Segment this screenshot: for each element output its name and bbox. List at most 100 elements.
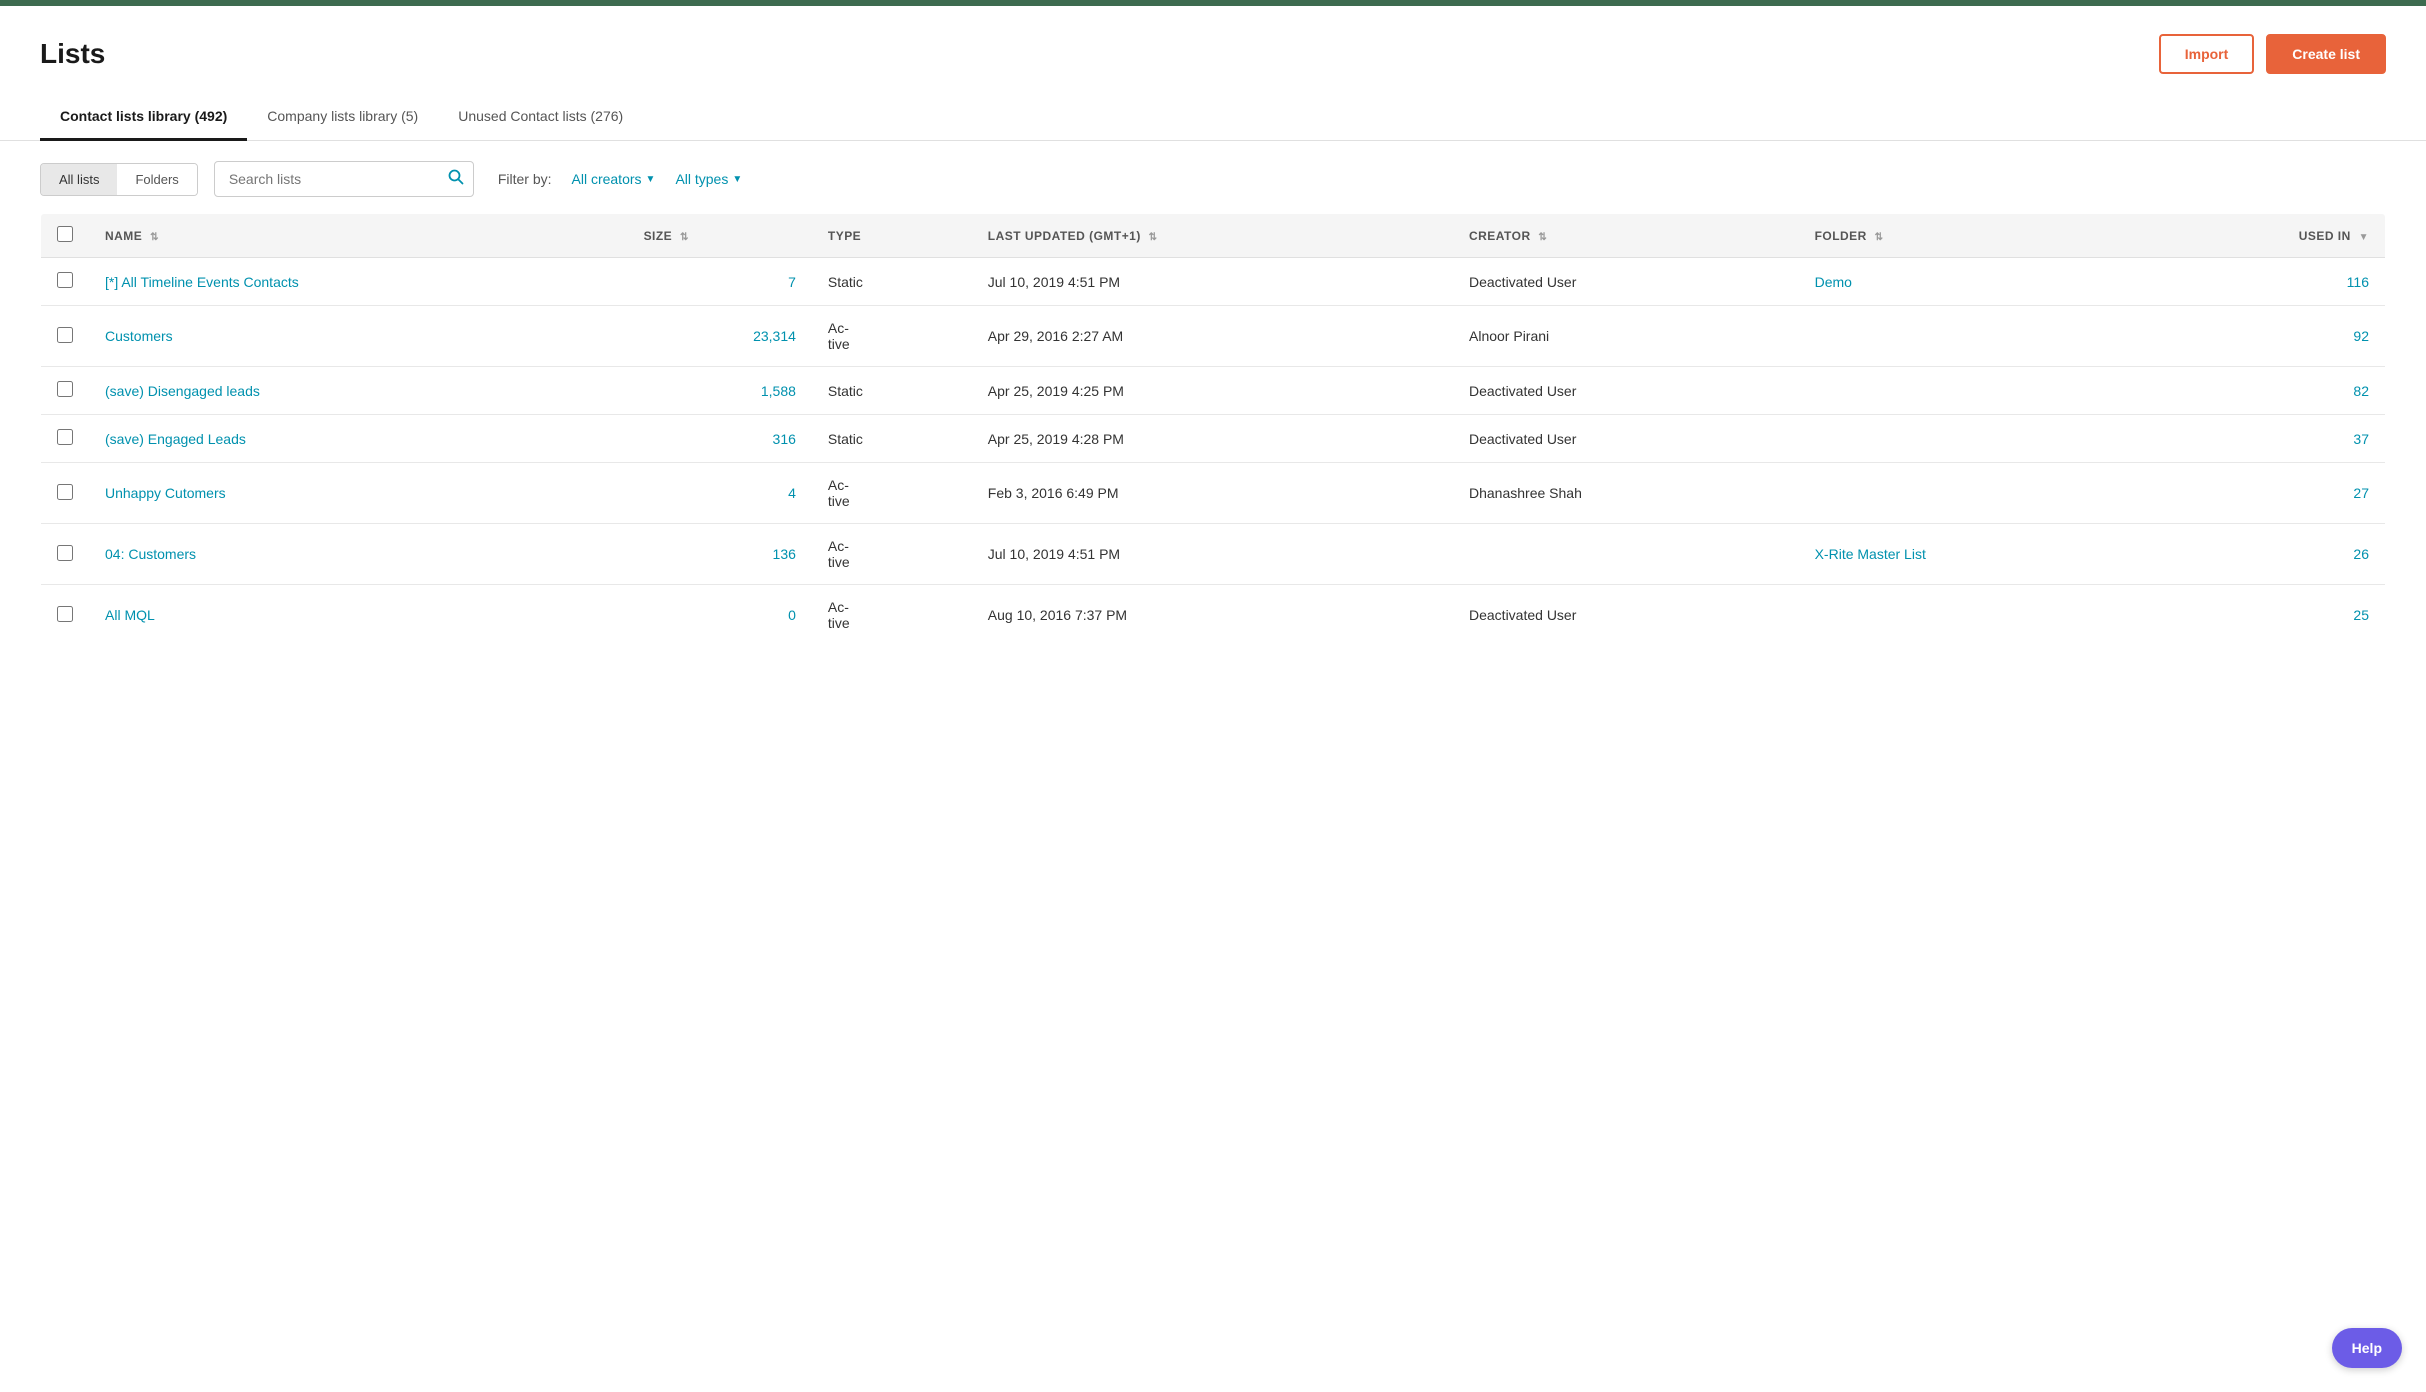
help-button[interactable]: Help [2332,1328,2402,1368]
last-updated-sort-icon: ⇅ [1149,232,1158,243]
view-toggle: All lists Folders [40,163,198,196]
page-title: Lists [40,38,105,70]
list-folder-3 [1799,415,2141,463]
list-name-5[interactable]: 04: Customers [89,524,628,585]
list-folder-0[interactable]: Demo [1799,258,2141,306]
list-used-in-2: 82 [2140,367,2385,415]
list-folder-5[interactable]: X-Rite Master List [1799,524,2141,585]
creators-filter[interactable]: All creators ▼ [572,171,656,187]
list-name-1[interactable]: Customers [89,306,628,367]
page-header: Lists Import Create list [0,6,2426,74]
list-type-6: Ac-tive [812,585,972,646]
list-name-4[interactable]: Unhappy Cutomers [89,463,628,524]
row-checkbox-6[interactable] [57,606,73,622]
header-actions: Import Create list [2159,34,2386,74]
col-name[interactable]: NAME ⇅ [89,214,628,258]
list-name-3[interactable]: (save) Engaged Leads [89,415,628,463]
table-row: 04: Customers136Ac-tiveJul 10, 2019 4:51… [41,524,2386,585]
list-size-4: 4 [628,463,812,524]
row-checkbox-cell [41,524,90,585]
col-last-updated[interactable]: LAST UPDATED (GMT+1) ⇅ [972,214,1453,258]
list-folder-2 [1799,367,2141,415]
list-size-3: 316 [628,415,812,463]
col-creator[interactable]: CREATOR ⇅ [1453,214,1799,258]
list-updated-4: Feb 3, 2016 6:49 PM [972,463,1453,524]
select-all-checkbox[interactable] [57,226,73,242]
tab-unused-lists[interactable]: Unused Contact lists (276) [438,94,643,141]
folders-toggle[interactable]: Folders [117,164,196,195]
row-checkbox-0[interactable] [57,272,73,288]
all-lists-toggle[interactable]: All lists [41,164,117,195]
list-updated-6: Aug 10, 2016 7:37 PM [972,585,1453,646]
list-name-2[interactable]: (save) Disengaged leads [89,367,628,415]
table-row: [*] All Timeline Events Contacts7StaticJ… [41,258,2386,306]
row-checkbox-4[interactable] [57,484,73,500]
creators-arrow-icon: ▼ [646,174,656,185]
col-size[interactable]: SIZE ⇅ [628,214,812,258]
search-button[interactable] [448,169,464,190]
table-row: Customers23,314Ac-tiveApr 29, 2016 2:27 … [41,306,2386,367]
search-icon [448,169,464,185]
list-creator-2: Deactivated User [1453,367,1799,415]
tab-contact-lists[interactable]: Contact lists library (492) [40,94,247,141]
list-updated-2: Apr 25, 2019 4:25 PM [972,367,1453,415]
table-wrap: NAME ⇅ SIZE ⇅ TYPE LAST UPDATED (GMT+1) … [0,213,2426,646]
list-used-in-6: 25 [2140,585,2385,646]
list-used-in-1: 92 [2140,306,2385,367]
types-filter[interactable]: All types ▼ [675,171,742,187]
creator-sort-icon: ⇅ [1538,232,1547,243]
row-checkbox-1[interactable] [57,327,73,343]
list-updated-5: Jul 10, 2019 4:51 PM [972,524,1453,585]
list-size-0: 7 [628,258,812,306]
list-updated-1: Apr 29, 2016 2:27 AM [972,306,1453,367]
list-creator-6: Deactivated User [1453,585,1799,646]
row-checkbox-cell [41,463,90,524]
header-checkbox-cell [41,214,90,258]
table-row: All MQL0Ac-tiveAug 10, 2016 7:37 PMDeact… [41,585,2386,646]
import-button[interactable]: Import [2159,34,2255,74]
row-checkbox-2[interactable] [57,381,73,397]
used-in-sort-icon: ▼ [2359,232,2369,243]
tab-company-lists[interactable]: Company lists library (5) [247,94,438,141]
list-type-1: Ac-tive [812,306,972,367]
col-folder[interactable]: FOLDER ⇅ [1799,214,2141,258]
lists-table: NAME ⇅ SIZE ⇅ TYPE LAST UPDATED (GMT+1) … [40,213,2386,646]
list-type-0: Static [812,258,972,306]
list-creator-0: Deactivated User [1453,258,1799,306]
list-creator-3: Deactivated User [1453,415,1799,463]
search-input[interactable] [214,161,474,197]
row-checkbox-3[interactable] [57,429,73,445]
name-sort-icon: ⇅ [150,232,159,243]
folder-sort-icon: ⇅ [1875,232,1884,243]
list-type-5: Ac-tive [812,524,972,585]
row-checkbox-cell [41,367,90,415]
list-name-0[interactable]: [*] All Timeline Events Contacts [89,258,628,306]
row-checkbox-cell [41,258,90,306]
table-row: (save) Engaged Leads316StaticApr 25, 201… [41,415,2386,463]
col-used-in[interactable]: USED IN ▼ [2140,214,2385,258]
col-type: TYPE [812,214,972,258]
list-type-3: Static [812,415,972,463]
list-used-in-0: 116 [2140,258,2385,306]
table-row: (save) Disengaged leads1,588StaticApr 25… [41,367,2386,415]
list-type-2: Static [812,367,972,415]
list-updated-3: Apr 25, 2019 4:28 PM [972,415,1453,463]
list-name-6[interactable]: All MQL [89,585,628,646]
search-wrap [214,161,474,197]
list-folder-1 [1799,306,2141,367]
list-creator-1: Alnoor Pirani [1453,306,1799,367]
list-size-1: 23,314 [628,306,812,367]
list-folder-6 [1799,585,2141,646]
list-updated-0: Jul 10, 2019 4:51 PM [972,258,1453,306]
tabs-bar: Contact lists library (492) Company list… [0,94,2426,141]
row-checkbox-cell [41,585,90,646]
list-size-2: 1,588 [628,367,812,415]
list-creator-5 [1453,524,1799,585]
row-checkbox-5[interactable] [57,545,73,561]
size-sort-icon: ⇅ [680,232,689,243]
list-size-6: 0 [628,585,812,646]
toolbar: All lists Folders Filter by: All creator… [0,141,2426,213]
row-checkbox-cell [41,306,90,367]
list-used-in-3: 37 [2140,415,2385,463]
create-list-button[interactable]: Create list [2266,34,2386,74]
